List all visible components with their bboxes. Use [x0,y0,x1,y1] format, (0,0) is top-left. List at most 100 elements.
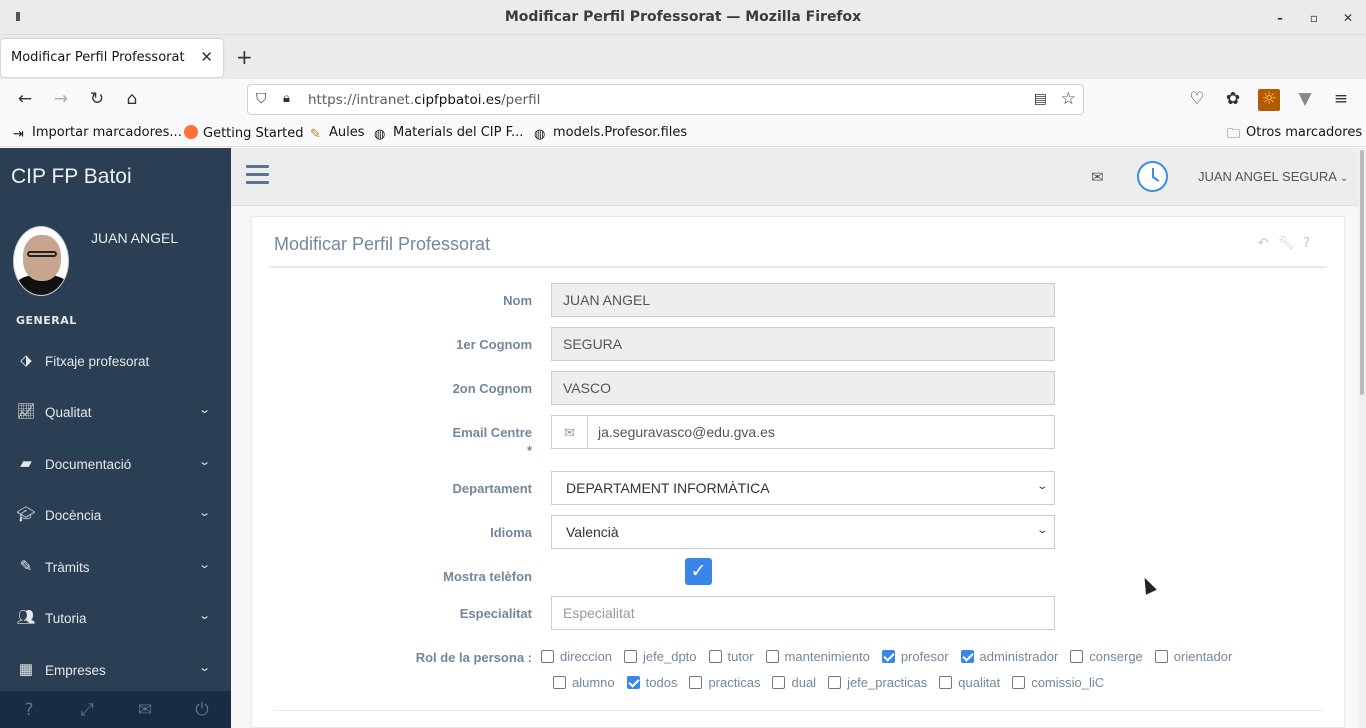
clock-icon[interactable] [1137,161,1168,192]
role-checkbox[interactable] [624,650,638,663]
mail-icon[interactable]: ✉ [116,700,174,720]
reload-icon[interactable]: ↻ [86,89,108,111]
role-checkbox[interactable] [708,650,722,663]
close-tab-icon[interactable]: ✕ [200,48,213,66]
forward-arrow-icon[interactable]: → [50,89,72,111]
sidebar-item-fitxaje[interactable]: ⬗ Fitxaje profesorat [0,342,231,382]
sidebar-item-qualitat[interactable]: 📈︎ Qualitat ⌄ [0,393,231,433]
role-profesor[interactable]: profesor [881,649,949,664]
back-icon[interactable]: ↶ [1258,236,1269,251]
page-title: Modificar Perfil Professorat [274,234,491,254]
minimize-button[interactable]: – [1271,9,1289,27]
tab-label: Modificar Perfil Professorat [11,50,185,65]
extension-sun-icon[interactable]: ☼ [1258,89,1280,111]
role-administrador[interactable]: administrador [960,649,1058,664]
role-label: orientador [1173,649,1233,664]
shield-icon[interactable]: ⛉ [256,91,267,107]
app-menu-icon[interactable]: ≡ [1330,89,1352,111]
role-checkbox[interactable] [1154,650,1168,663]
bookmark-aules[interactable]: ✎ Aules [310,125,365,142]
other-bookmarks[interactable]: 🗀︎ Otros marcadores [1227,125,1362,142]
sidebar-item-empreses[interactable]: ▦ Empreses ⌄ [0,651,231,691]
cognom2-field[interactable]: VASCO [551,371,1055,405]
wrench-icon[interactable]: 🔧︎ [1278,236,1295,251]
nom-label: Nom [503,293,532,308]
page-scrollbar[interactable] [1358,148,1366,728]
role-checkbox[interactable] [553,676,566,689]
role-practicas[interactable]: practicas [689,675,760,690]
reader-view-icon[interactable]: ▤ [1034,91,1047,107]
cognom1-label: 1er Cognom [456,337,532,352]
role-label: jefe_practicas [847,675,928,690]
role-checkbox[interactable] [960,650,974,663]
role-jefe-dpto[interactable]: jefe_dpto [624,649,697,664]
bookmark-getting-started[interactable]: Getting Started [184,125,304,141]
role-checkbox[interactable] [689,676,703,689]
extension-v-icon[interactable]: ▼ [1294,89,1316,111]
close-window-button[interactable]: ✕ [1339,9,1357,27]
role-label: comissio_liC [1031,675,1105,690]
power-icon[interactable]: ⏻ [173,700,231,720]
sidebar-item-tutoria[interactable]: 👥︎ Tutoria ⌄ [0,599,231,639]
lock-icon[interactable]: 🔒︎ [283,91,290,106]
help-icon[interactable]: ? [0,700,58,720]
tab-bar: Modificar Perfil Professorat ✕ + [0,35,1366,79]
help-icon[interactable]: ? [1303,236,1310,251]
graduation-cap-icon: 🎓︎ [16,506,36,523]
role-direccion[interactable]: direccion [541,649,612,664]
hamburger-menu-icon[interactable] [246,165,269,185]
role-qualitat[interactable]: qualitat [939,675,1000,690]
new-tab-button[interactable]: + [236,45,253,69]
departament-select[interactable]: DEPARTAMENT INFORMÀTICA ⌄ [551,471,1055,505]
role-checkbox[interactable] [1070,650,1084,663]
nom-field[interactable]: JUAN ANGEL [551,283,1055,317]
home-icon[interactable]: ⌂ [121,89,143,111]
pocket-icon[interactable]: ♡ [1186,89,1208,111]
role-label: practicas [708,675,761,690]
role-mantenimiento[interactable]: mantenimiento [765,649,870,664]
role-checkbox[interactable] [939,676,953,689]
idioma-select[interactable]: Valencià ⌄ [551,515,1055,549]
mostra-telefon-checkbox[interactable]: ✓ [685,558,712,585]
divider [274,710,1322,711]
role-checkbox[interactable] [541,650,554,663]
back-arrow-icon[interactable]: ← [14,89,36,111]
role-checkbox[interactable] [881,650,895,663]
sidebar-item-tramits[interactable]: ✎ Tràmits ⌄ [0,548,231,588]
envelope-icon[interactable]: ✉ [1091,168,1104,186]
note-icon: ✎ [310,127,321,142]
role-tutor[interactable]: tutor [708,649,754,664]
sidebar-item-documentacio[interactable]: ▰ Documentació ⌄ [0,445,231,485]
role-todos[interactable]: todos [626,675,677,690]
url-text[interactable]: https://intranet.cipfpbatoi.es/perfil [308,92,540,108]
role-orientador[interactable]: orientador [1154,649,1233,664]
email-field[interactable]: ✉ ja.seguravasco@edu.gva.es [551,415,1055,449]
user-menu[interactable]: JUAN ANGEL SEGURA ⌄ [1198,169,1348,184]
bookmark-import[interactable]: ⇥ Importar marcadores... [13,125,182,142]
role-checkbox[interactable] [1012,676,1026,689]
email-label: Email Centre [452,425,532,440]
maximize-button[interactable]: ▫ [1305,9,1323,27]
sidebar-item-docencia[interactable]: 🎓︎ Docència ⌄ [0,496,231,536]
role-jefe-practicas[interactable]: jefe_practicas [828,675,927,690]
url-bar[interactable]: ⛉ 🔒︎ https://intranet.cipfpbatoi.es/perf… [247,84,1084,115]
role-conserge[interactable]: conserge [1070,649,1143,664]
role-label: qualitat [958,675,1001,690]
role-checkbox[interactable] [772,676,786,689]
departament-label: Departament [452,481,532,496]
brand-title[interactable]: CIP FP Batoi [11,165,132,189]
role-checkbox[interactable] [828,676,842,689]
bookmark-star-icon[interactable]: ☆ [1061,89,1076,109]
role-dual[interactable]: dual [772,675,816,690]
extension-paw-icon[interactable]: ✿ [1222,89,1244,111]
bookmark-materials[interactable]: ◍ Materials del CIP F... [374,125,523,142]
cognom1-field[interactable]: SEGURA [551,327,1055,361]
bookmark-models[interactable]: ◍ models.Profesor.files [534,125,687,142]
fullscreen-icon[interactable]: ⤢ [58,700,116,720]
tab-active[interactable]: Modificar Perfil Professorat ✕ [1,39,223,77]
role-alumno[interactable]: alumno [553,675,615,690]
role-checkbox[interactable] [765,650,779,663]
especialitat-input[interactable]: Especialitat [551,596,1055,630]
role-comissio-lic[interactable]: comissio_liC [1012,675,1104,690]
role-checkbox[interactable] [626,676,640,689]
